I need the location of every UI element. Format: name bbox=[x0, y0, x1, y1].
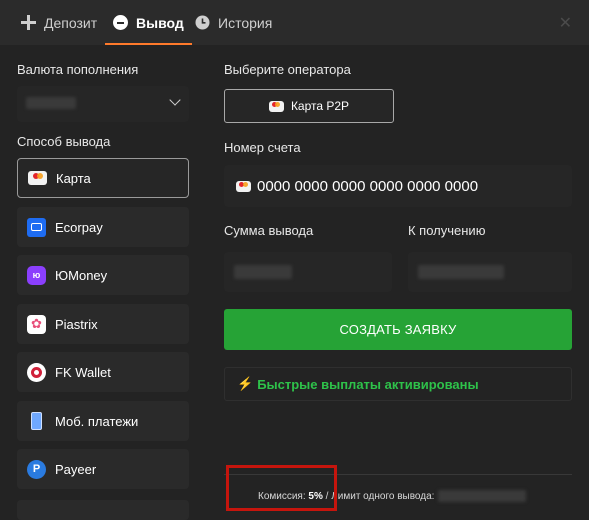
method-ecorpay-label: Ecorpay bbox=[55, 219, 103, 235]
method-fkwallet-label: FK Wallet bbox=[55, 364, 111, 380]
clock-icon bbox=[195, 15, 210, 30]
account-number-value: 0000 0000 0000 0000 0000 0000 bbox=[257, 177, 479, 195]
tab-withdraw[interactable]: Вывод bbox=[105, 0, 192, 45]
method-yoomoney-label: ЮMoney bbox=[55, 267, 108, 283]
payeer-icon: P bbox=[27, 459, 46, 479]
operator-p2p-button[interactable]: Карта P2P bbox=[224, 89, 394, 123]
amount-value-redacted bbox=[234, 265, 292, 279]
method-next-partial[interactable] bbox=[17, 500, 189, 520]
piastrix-icon: ✿ bbox=[27, 314, 46, 334]
tab-history[interactable]: История bbox=[195, 0, 272, 45]
method-ecorpay[interactable]: Ecorpay bbox=[17, 207, 189, 247]
yoomoney-icon: ю bbox=[27, 265, 46, 285]
create-request-button[interactable]: СОЗДАТЬ ЗАЯВКУ bbox=[224, 309, 572, 350]
mobile-phone-icon bbox=[27, 412, 46, 431]
close-icon[interactable]: ✕ bbox=[559, 13, 572, 33]
visa-card-icon bbox=[268, 100, 284, 112]
ecorpay-icon bbox=[27, 217, 46, 237]
plus-icon bbox=[21, 15, 36, 30]
tab-bar: Депозит Вывод История ✕ bbox=[0, 0, 589, 45]
operator-p2p-label: Карта P2P bbox=[290, 99, 350, 113]
tab-history-label: История bbox=[218, 14, 273, 31]
limit-label: / Лимит одного вывода: bbox=[325, 490, 435, 502]
method-payeer-label: Payeer bbox=[55, 461, 97, 477]
commission-highlight-box bbox=[226, 465, 337, 511]
method-mobile-label: Моб. платежи bbox=[55, 413, 139, 429]
method-label: Способ вывода bbox=[17, 134, 111, 149]
currency-label: Валюта пополнения bbox=[17, 62, 139, 77]
fast-payouts-text: Быстрые выплаты активированы bbox=[257, 376, 479, 392]
currency-value-redacted bbox=[26, 97, 76, 109]
account-label: Номер счета bbox=[224, 140, 301, 155]
fast-payouts-banner: ⚡ Быстрые выплаты активированы bbox=[224, 367, 572, 401]
visa-card-icon bbox=[28, 171, 47, 185]
minus-circle-icon bbox=[113, 15, 128, 30]
method-card[interactable]: Карта bbox=[17, 158, 189, 198]
method-piastrix[interactable]: ✿ Piastrix bbox=[17, 304, 189, 344]
method-fkwallet[interactable]: FK Wallet bbox=[17, 352, 189, 392]
method-yoomoney[interactable]: ю ЮMoney bbox=[17, 255, 189, 295]
visa-card-icon bbox=[236, 180, 251, 192]
chevron-down-icon bbox=[169, 94, 181, 106]
amount-input[interactable] bbox=[224, 252, 392, 292]
fkwallet-icon bbox=[27, 362, 46, 382]
limit-value-redacted bbox=[438, 490, 527, 502]
method-payeer[interactable]: P Payeer bbox=[17, 449, 189, 489]
lightning-icon: ⚡ bbox=[237, 376, 254, 391]
receive-amount-field bbox=[408, 252, 572, 292]
method-card-label: Карта bbox=[56, 170, 91, 186]
tab-deposit-label: Депозит bbox=[44, 14, 98, 31]
tab-deposit[interactable]: Депозит bbox=[21, 0, 97, 45]
tab-withdraw-label: Вывод bbox=[136, 14, 184, 31]
receive-label: К получению bbox=[408, 223, 486, 238]
receive-value-redacted bbox=[418, 265, 504, 279]
method-mobile[interactable]: Моб. платежи bbox=[17, 401, 189, 441]
operator-label: Выберите оператора bbox=[224, 62, 351, 77]
account-number-input[interactable]: 0000 0000 0000 0000 0000 0000 bbox=[224, 165, 572, 207]
amount-label: Сумма вывода bbox=[224, 223, 314, 238]
method-piastrix-label: Piastrix bbox=[55, 316, 98, 332]
currency-select[interactable] bbox=[17, 86, 189, 122]
